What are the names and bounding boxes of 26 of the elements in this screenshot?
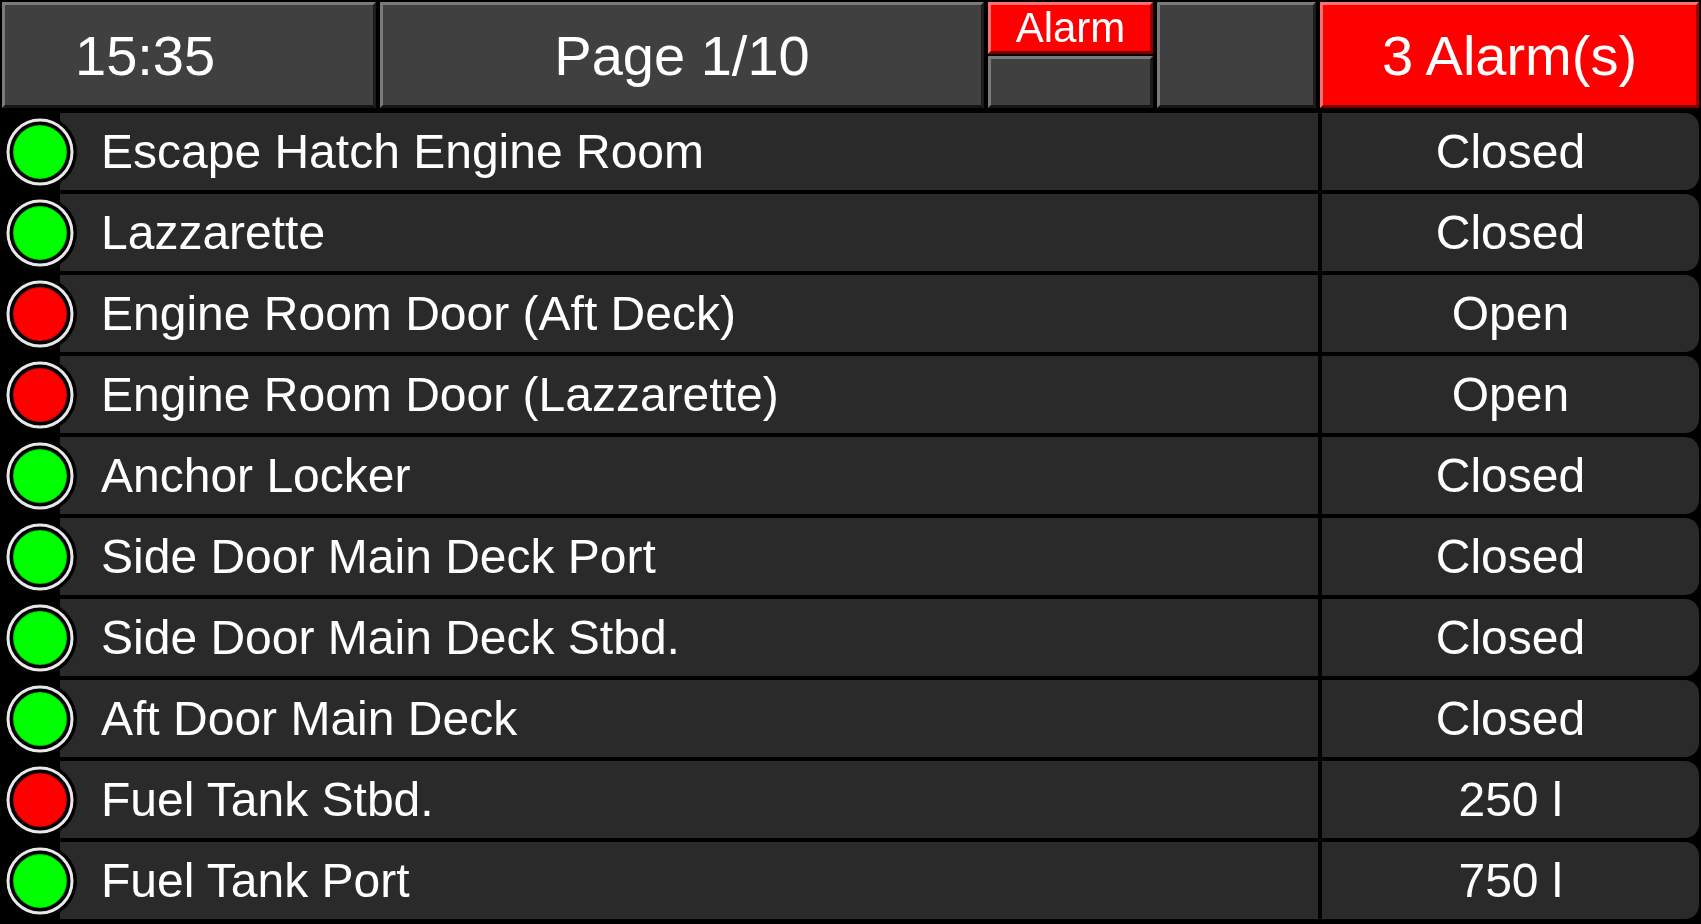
status-value: Open <box>1322 275 1699 352</box>
status-name: Aft Door Main Deck <box>60 680 1318 757</box>
status-name: Side Door Main Deck Stbd. <box>60 599 1318 676</box>
status-value: Closed <box>1322 113 1699 190</box>
status-name: Fuel Tank Stbd. <box>60 761 1318 838</box>
status-value: Closed <box>1322 680 1699 757</box>
status-value: 750 l <box>1322 842 1699 919</box>
status-value: Closed <box>1322 518 1699 595</box>
alarm-count-button[interactable]: 3 Alarm(s) <box>1320 2 1699 108</box>
status-value: Closed <box>1322 437 1699 514</box>
status-name: Fuel Tank Port <box>60 842 1318 919</box>
clock-button[interactable]: 15:35 <box>2 2 376 108</box>
status-value: 250 l <box>1322 761 1699 838</box>
blank-button[interactable] <box>988 56 1153 108</box>
status-name: Engine Room Door (Aft Deck) <box>60 275 1318 352</box>
status-value: Closed <box>1322 194 1699 271</box>
status-name: Escape Hatch Engine Room <box>60 113 1318 190</box>
status-value: Closed <box>1322 599 1699 676</box>
alarm-button[interactable]: Alarm <box>988 2 1153 54</box>
status-value: Open <box>1322 356 1699 433</box>
status-name: Side Door Main Deck Port <box>60 518 1318 595</box>
status-name: Engine Room Door (Lazzarette) <box>60 356 1318 433</box>
page-button[interactable]: Page 1/10 <box>380 2 984 108</box>
status-name: Lazzarette <box>60 194 1318 271</box>
status-name: Anchor Locker <box>60 437 1318 514</box>
blank-button[interactable] <box>1157 2 1316 108</box>
